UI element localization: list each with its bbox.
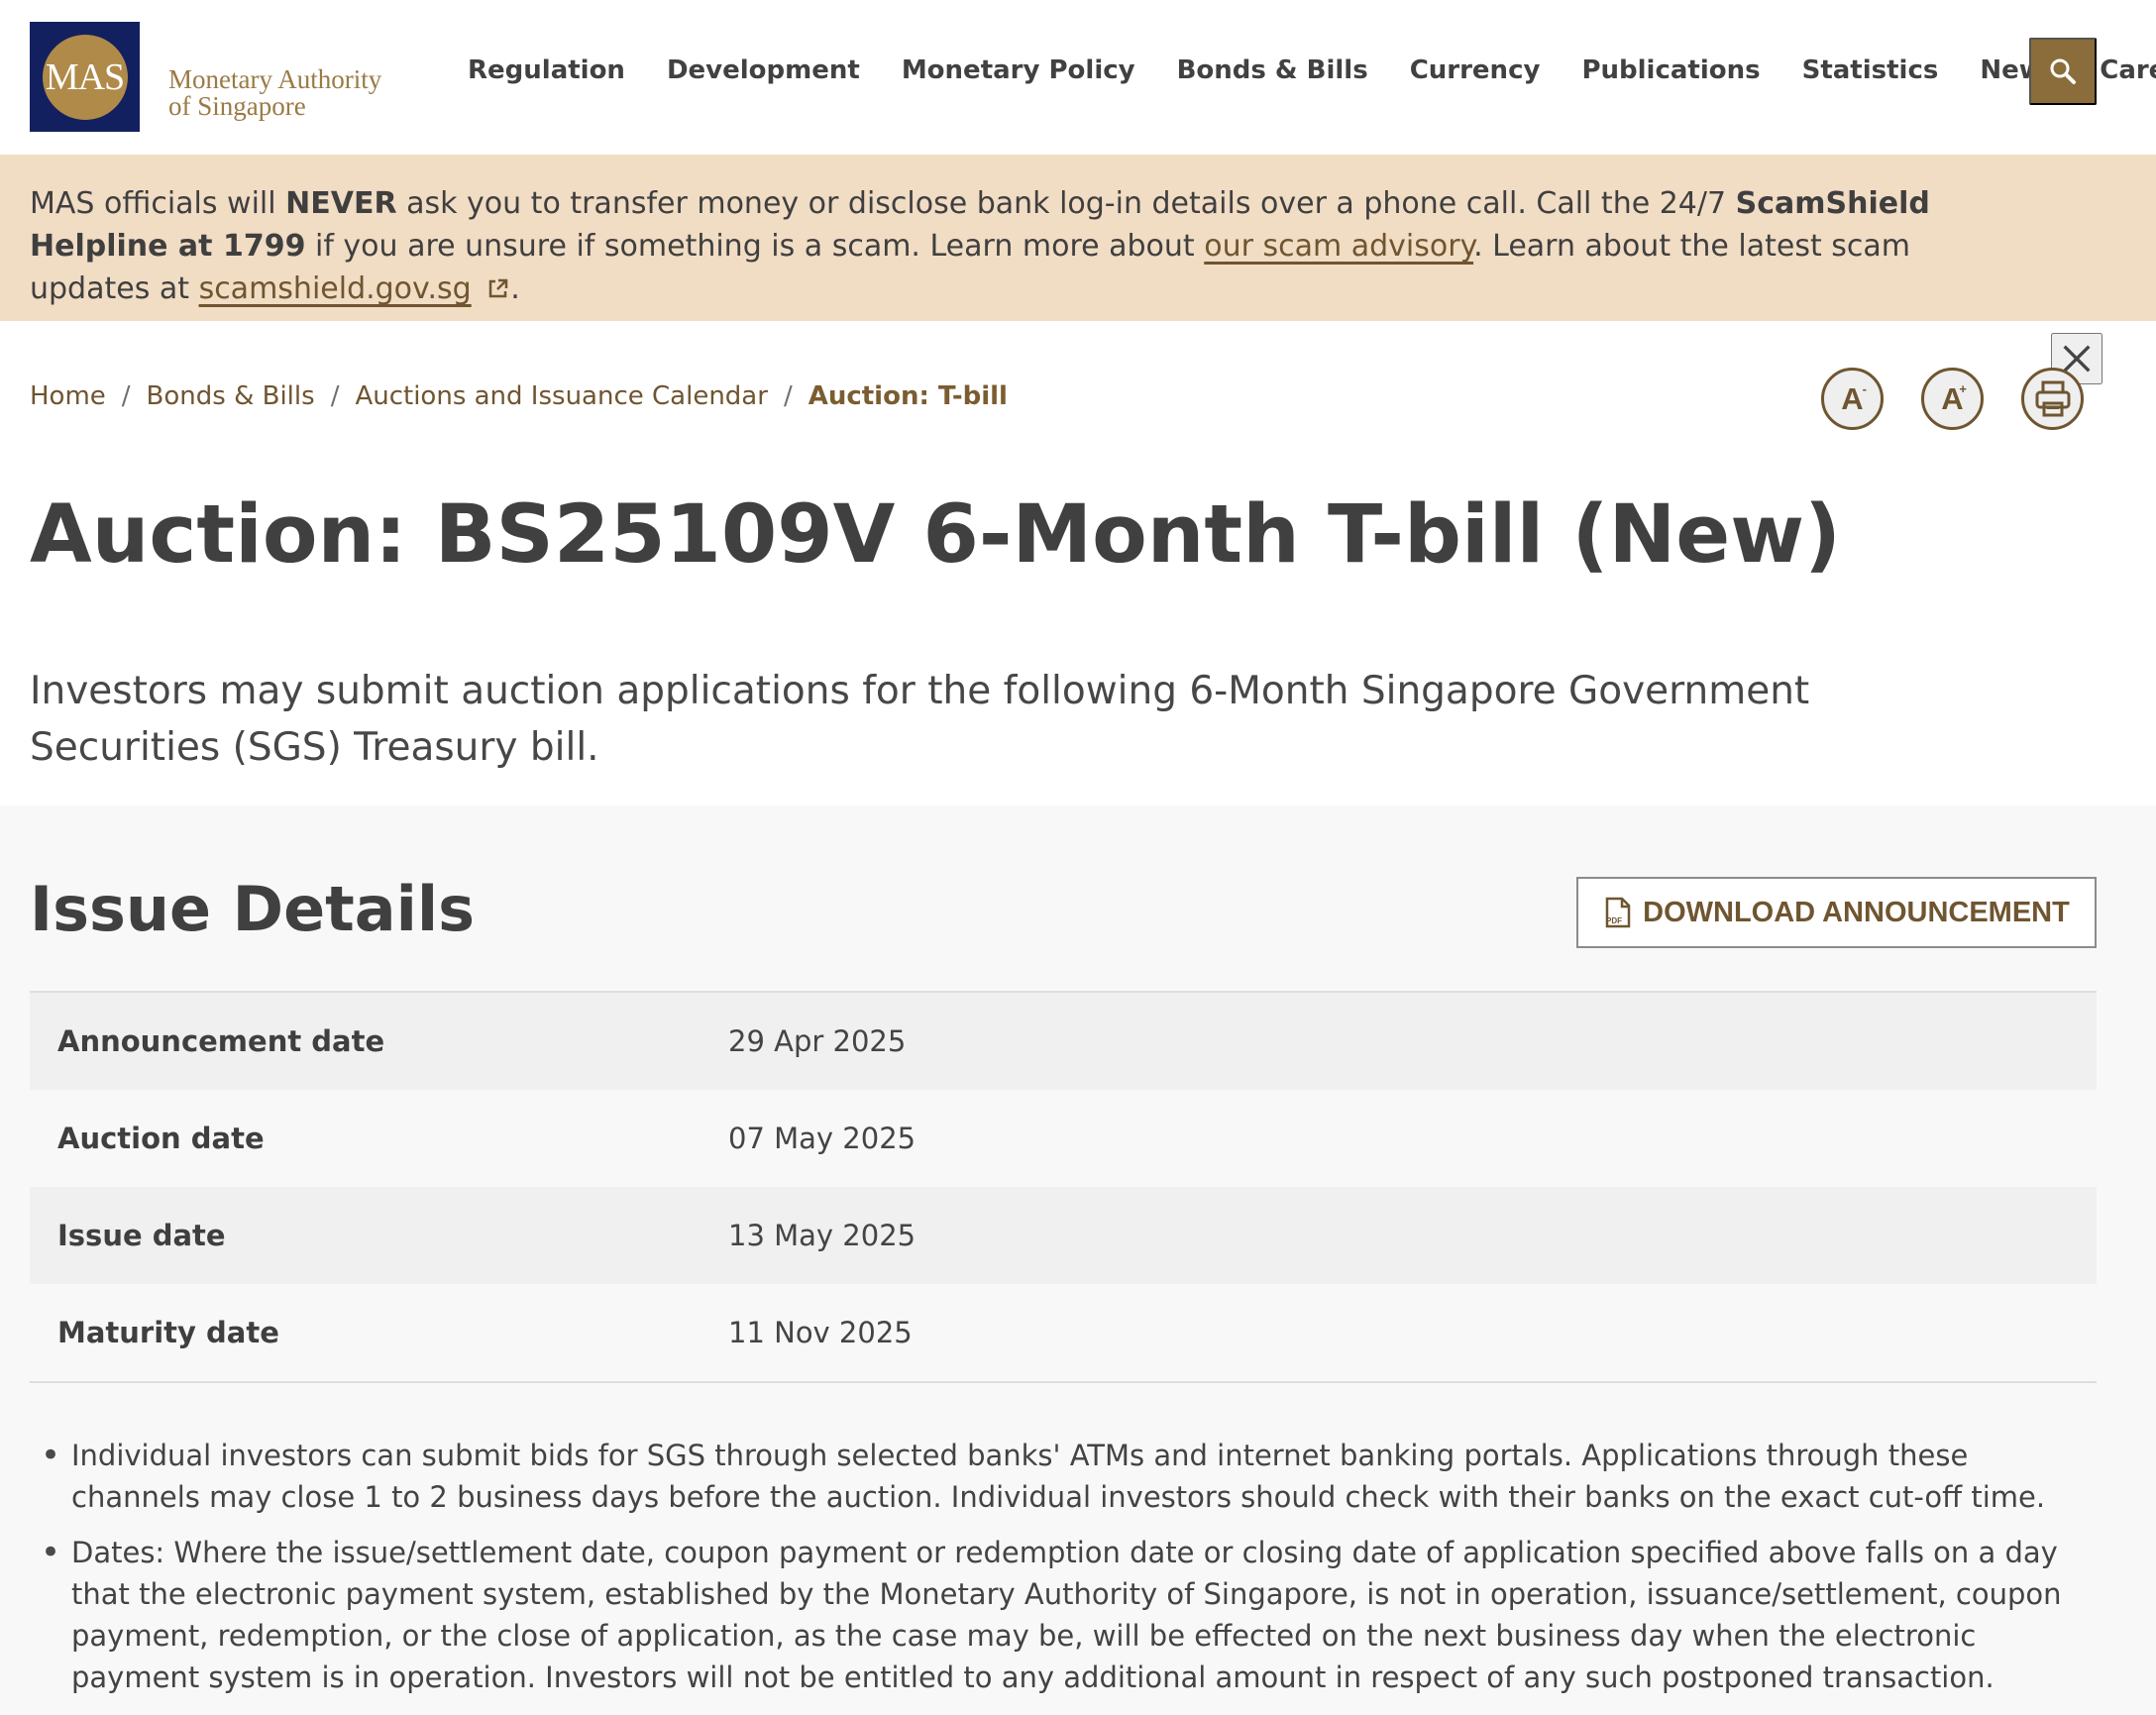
page-tools: A - A + — [1821, 368, 2084, 430]
nav-item-bonds-bills[interactable]: Bonds & Bills — [1177, 55, 1368, 85]
table-row: Announcement date 29 Apr 2025 — [30, 993, 2097, 1090]
table-row: Issue date 13 May 2025 — [30, 1187, 2097, 1284]
table-row: Maturity date 11 Nov 2025 — [30, 1284, 2097, 1381]
nav-item-careers[interactable]: Careers — [2100, 55, 2156, 85]
decrease-symbol: - — [1862, 381, 1867, 396]
scam-text-part-3: if you are unsure if something is a scam… — [305, 229, 1205, 264]
breadcrumb-current-page: Auction: T-bill — [808, 381, 1008, 411]
page-intro: Investors may submit auction application… — [30, 669, 1810, 770]
scam-text-part-2: ask you to transfer money or disclose ba… — [396, 186, 1736, 221]
auction-notes: • Individual investors can submit bids f… — [30, 1435, 2101, 1712]
nav-item-publications[interactable]: Publications — [1581, 55, 1760, 85]
scam-text-period: . — [510, 271, 520, 306]
announcement-date-label: Announcement date — [57, 1024, 385, 1058]
search-button[interactable] — [2029, 38, 2097, 105]
increase-font-size-button[interactable]: A + — [1921, 368, 1984, 430]
scam-text-part-1: MAS officials will — [30, 186, 286, 221]
print-button[interactable] — [2021, 368, 2084, 430]
breadcrumb-auctions-calendar[interactable]: Auctions and Issuance Calendar — [355, 381, 767, 411]
breadcrumb: Home / Bonds & Bills / Auctions and Issu… — [30, 381, 1008, 411]
logo-wordmark[interactable]: Monetary Authority of Singapore — [168, 66, 381, 120]
site-header: MAS Monetary Authority of Singapore Regu… — [0, 0, 2156, 155]
external-link-icon — [488, 278, 508, 298]
maturity-date-value: 11 Nov 2025 — [728, 1316, 913, 1349]
breadcrumb-separator: / — [121, 381, 131, 411]
list-item: • Dates: Where the issue/settlement date… — [30, 1532, 2101, 1698]
issue-details-title: Issue Details — [30, 873, 476, 945]
nav-item-currency[interactable]: Currency — [1410, 55, 1541, 85]
note-text: Individual investors can submit bids for… — [71, 1439, 2046, 1514]
scam-alert-banner: MAS officials will NEVER ask you to tran… — [0, 155, 2156, 384]
pdf-icon-text: PDF — [1606, 916, 1622, 925]
auction-date-label: Auction date — [57, 1122, 265, 1155]
download-announcement-label: DOWNLOAD ANNOUNCEMENT — [1643, 896, 2070, 928]
table-row: Auction date 07 May 2025 — [30, 1090, 2097, 1187]
scam-alert-text: MAS officials will NEVER ask you to tran… — [30, 182, 2001, 310]
nav-item-statistics[interactable]: Statistics — [1802, 55, 1939, 85]
issue-details-table: Announcement date 29 Apr 2025 Auction da… — [30, 991, 2097, 1383]
issue-date-label: Issue date — [57, 1219, 226, 1252]
mas-logo[interactable]: MAS — [30, 22, 140, 132]
breadcrumb-home[interactable]: Home — [30, 381, 106, 411]
main-navigation: Regulation Development Monetary Policy B… — [468, 55, 2156, 85]
pdf-icon: PDF — [1605, 897, 1631, 928]
nav-item-regulation[interactable]: Regulation — [468, 55, 625, 85]
scamshield-site-link[interactable]: scamshield.gov.sg — [199, 271, 472, 306]
maturity-date-label: Maturity date — [57, 1316, 279, 1349]
scam-text-never: NEVER — [285, 186, 397, 221]
page-title: Auction: BS25109V 6-Month T-bill (New) — [30, 488, 1842, 582]
decrease-font-size-button[interactable]: A - — [1821, 368, 1884, 430]
logo-mark: MAS — [42, 34, 128, 120]
increase-symbol: + — [1959, 381, 1967, 396]
note-text: Dates: Where the issue/settlement date, … — [71, 1536, 2062, 1694]
print-icon — [2035, 380, 2070, 416]
bullet-icon: • — [40, 1436, 61, 1475]
breadcrumb-separator: / — [783, 381, 793, 411]
announcement-date-value: 29 Apr 2025 — [728, 1024, 907, 1058]
breadcrumb-separator: / — [330, 381, 340, 411]
bullet-icon: • — [40, 1533, 61, 1572]
download-announcement-button[interactable]: PDF DOWNLOAD ANNOUNCEMENT — [1576, 877, 2097, 948]
nav-item-development[interactable]: Development — [667, 55, 860, 85]
nav-item-monetary-policy[interactable]: Monetary Policy — [902, 55, 1135, 85]
scam-advisory-link[interactable]: our scam advisory — [1204, 229, 1473, 264]
search-icon — [2050, 58, 2076, 84]
issue-date-value: 13 May 2025 — [728, 1219, 916, 1252]
decrease-font-size-icon: A — [1841, 380, 1864, 416]
auction-date-value: 07 May 2025 — [728, 1122, 916, 1155]
breadcrumb-bonds-bills[interactable]: Bonds & Bills — [147, 381, 315, 411]
list-item: • Individual investors can submit bids f… — [30, 1435, 2101, 1518]
